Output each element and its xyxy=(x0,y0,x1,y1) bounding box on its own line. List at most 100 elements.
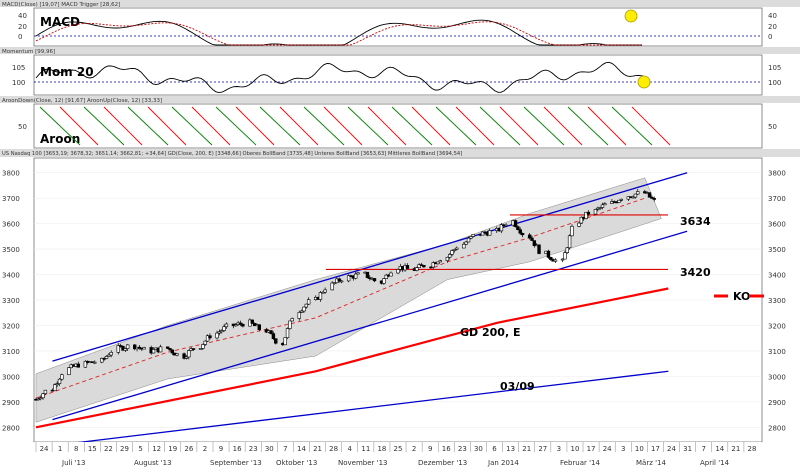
candle-body xyxy=(455,247,459,250)
x-day-label: 3 xyxy=(557,445,561,453)
candle-body xyxy=(306,299,311,305)
candle-body xyxy=(527,234,532,239)
candle-body xyxy=(445,256,450,261)
candle-body xyxy=(43,389,48,395)
x-day-label: 24 xyxy=(667,445,676,453)
candle-body xyxy=(288,320,292,329)
x-month-label: Dezember '13 xyxy=(418,459,467,467)
candle-body xyxy=(323,289,327,293)
candle-body xyxy=(577,222,581,227)
x-day-label: 21 xyxy=(522,445,531,453)
x-day-label: 10 xyxy=(635,445,644,453)
price-tick-label-right: 3400 xyxy=(768,272,786,280)
candle-body xyxy=(396,269,400,274)
candle-body xyxy=(302,306,306,312)
price-tick-label-right: 3600 xyxy=(768,221,786,229)
x-day-label: 2 xyxy=(412,445,416,453)
candle-body xyxy=(104,356,109,359)
aroon-header: AroonDown(Close, 12) [91,67] AroonUp(Clo… xyxy=(2,98,162,104)
x-day-label: 16 xyxy=(442,445,451,453)
candle-body xyxy=(67,367,71,375)
candle-body xyxy=(339,280,344,283)
candle-body xyxy=(297,312,301,319)
candle-body xyxy=(318,292,323,300)
candle-body xyxy=(76,363,81,368)
x-day-label: 19 xyxy=(168,445,177,453)
x-day-label: 2 xyxy=(203,445,207,453)
x-day-label: 14 xyxy=(297,445,306,453)
momentum-header-bar xyxy=(0,47,800,54)
x-day-label: 25 xyxy=(394,445,403,453)
candle-body xyxy=(603,203,607,206)
candle-body xyxy=(636,191,640,195)
candle-body xyxy=(462,243,466,249)
x-day-label: 6 xyxy=(492,445,497,453)
x-day-label: 7 xyxy=(701,445,705,453)
candle-body xyxy=(175,353,179,356)
price-header: US Nasdaq 100 [3653,19; 3678,32; 3651,14… xyxy=(2,151,462,157)
x-day-label: 10 xyxy=(571,445,580,453)
candle-body xyxy=(518,229,522,234)
candle-body xyxy=(215,332,219,339)
candle-body xyxy=(617,199,621,203)
aroon-tick-right: 50 xyxy=(768,123,777,131)
x-day-label: 21 xyxy=(313,445,322,453)
macd-tick-left: 0 xyxy=(18,33,22,41)
x-day-label: 12 xyxy=(152,445,161,453)
x-day-label: 9 xyxy=(219,445,223,453)
candle-body xyxy=(546,250,551,258)
candle-body xyxy=(109,352,113,356)
candle-body xyxy=(187,350,191,358)
price-tick-label-right: 3300 xyxy=(768,297,786,305)
candle-body xyxy=(170,349,175,354)
x-day-label: 29 xyxy=(120,445,129,453)
x-day-label: 3 xyxy=(621,445,625,453)
macd-tick-right: 20 xyxy=(768,23,777,31)
candle-body xyxy=(304,303,309,308)
x-day-label: 22 xyxy=(104,445,113,453)
price-tick-label-left: 2900 xyxy=(2,399,20,407)
candle-body xyxy=(647,192,652,198)
ko-label: KO xyxy=(733,290,750,303)
candle-body xyxy=(290,318,294,322)
x-day-label: 30 xyxy=(474,445,483,453)
x-day-label: 24 xyxy=(603,445,612,453)
price-tick-label-left: 3000 xyxy=(2,373,20,381)
candle-body xyxy=(389,272,393,277)
candle-body xyxy=(600,204,605,208)
candle-body xyxy=(633,193,638,198)
price-tick-label-right: 2800 xyxy=(768,424,786,432)
x-day-label: 28 xyxy=(747,445,756,453)
x-month-label: Jan 2014 xyxy=(487,459,519,467)
x-month-label: November '13 xyxy=(338,459,387,467)
momentum-tick-right: 100 xyxy=(768,79,781,87)
x-day-label: 15 xyxy=(88,445,97,453)
candle-body xyxy=(353,273,358,279)
candle-body xyxy=(191,348,196,350)
candle-body xyxy=(513,220,518,227)
candle-body xyxy=(250,319,254,324)
x-day-label: 9 xyxy=(428,445,432,453)
candle-body xyxy=(151,349,156,354)
price-tick-label-right: 3200 xyxy=(768,322,786,330)
x-month-label: Juli '13 xyxy=(61,459,85,467)
x-day-label: 28 xyxy=(329,445,338,453)
price-tick-label-right: 3100 xyxy=(768,348,786,356)
candle-body xyxy=(224,323,229,328)
candle-body xyxy=(537,244,541,254)
candle-body xyxy=(450,250,454,255)
candle-body xyxy=(93,361,97,364)
price-tick-label-left: 3500 xyxy=(2,246,20,254)
candle-body xyxy=(57,378,62,384)
momentum-header: Momentum [99,96] xyxy=(2,49,55,55)
x-day-label: 23 xyxy=(458,445,467,453)
momentum-tick-right: 105 xyxy=(768,64,781,72)
candle-body xyxy=(372,278,377,282)
candle-body xyxy=(415,267,419,271)
x-day-label: 24 xyxy=(40,445,49,453)
candle-body xyxy=(365,271,370,278)
candle-body xyxy=(504,224,508,227)
price-tick-label-left: 3300 xyxy=(2,297,20,305)
candle-body xyxy=(382,278,386,284)
candle-body xyxy=(269,330,273,334)
